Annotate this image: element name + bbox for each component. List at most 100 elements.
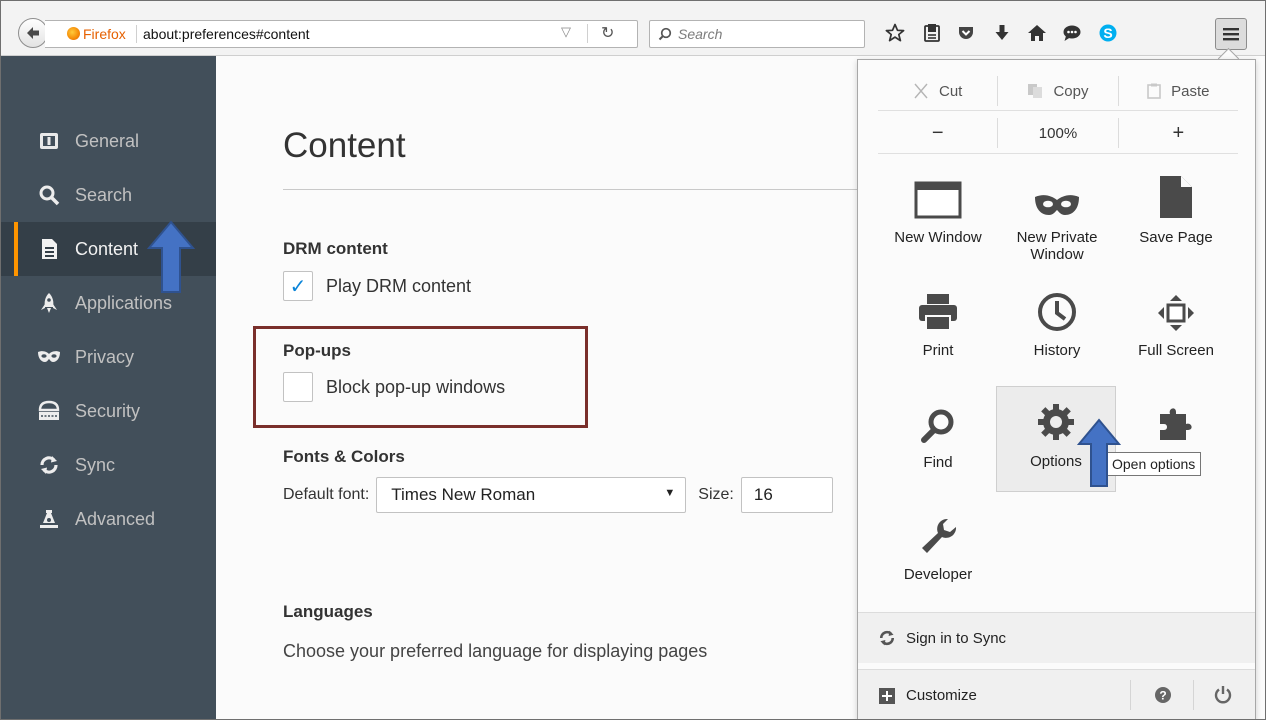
search-glass-icon [658, 27, 672, 41]
advanced-icon [34, 508, 64, 530]
footer-divider [1130, 680, 1131, 710]
firefox-logo-icon [67, 27, 80, 40]
font-size-select[interactable]: 16 [740, 477, 833, 513]
wrench-icon [918, 510, 958, 556]
svg-text:?: ? [1159, 689, 1166, 703]
url-separator-2 [587, 24, 588, 43]
security-icon [34, 400, 64, 422]
customize-label: Customize [906, 687, 977, 704]
help-button[interactable]: ? [1154, 686, 1172, 708]
drm-checkbox-label[interactable]: Play DRM content [326, 276, 471, 297]
skype-icon[interactable]: S [1095, 19, 1121, 47]
default-font-label: Default font: [283, 486, 370, 503]
privacy-mask-icon [34, 349, 64, 365]
copy-button[interactable]: Copy [997, 76, 1117, 106]
new-private-window-label: New Private Window [1017, 229, 1098, 263]
new-window-button[interactable]: New Window [879, 173, 997, 273]
reload-icon[interactable]: ↻ [601, 23, 614, 43]
fonts-heading: Fonts & Colors [283, 447, 405, 466]
bookmark-star-icon[interactable] [882, 19, 908, 47]
open-menu-button[interactable] [1215, 18, 1247, 50]
browser-window: Firefox about:preferences#content ▽ ↻ Se… [0, 0, 1266, 720]
find-button[interactable]: Find [879, 398, 997, 498]
applications-icon [34, 292, 64, 314]
print-label: Print [922, 342, 954, 359]
url-separator [136, 25, 137, 43]
drm-checkbox-row[interactable]: ✓ Play DRM content [283, 271, 471, 301]
block-popups-checkbox[interactable] [283, 372, 313, 402]
sidebar-item-sync[interactable]: Sync [1, 438, 216, 492]
url-bar[interactable]: Firefox about:preferences#content ▽ ↻ [45, 20, 638, 48]
history-dropdown-icon[interactable]: ▽ [561, 24, 571, 40]
save-page-button[interactable]: Save Page [1117, 173, 1235, 273]
popups-heading: Pop-ups [283, 341, 351, 360]
full-screen-button[interactable]: Full Screen [1117, 286, 1235, 386]
customize-footer: Customize ? [858, 669, 1255, 719]
sidebar-item-label: Applications [75, 292, 173, 313]
copy-icon [1028, 84, 1043, 98]
paste-label: Paste [1171, 82, 1210, 100]
plus-box-icon [879, 687, 895, 704]
font-size-value: 16 [753, 485, 773, 504]
hello-chat-icon[interactable] [1059, 19, 1085, 47]
menu-panel: Cut Copy Paste − 100% + New Window New P… [857, 59, 1256, 719]
help-icon: ? [1155, 687, 1171, 703]
sidebar-item-privacy[interactable]: Privacy [1, 330, 216, 384]
footer-divider [1193, 680, 1194, 710]
home-icon[interactable] [1024, 19, 1050, 47]
bookmarks-menu-icon[interactable] [919, 19, 945, 47]
customize-button[interactable]: Customize [878, 687, 977, 705]
hamburger-menu-icon [1223, 28, 1239, 41]
title-divider [283, 189, 883, 190]
add-ons-button[interactable] [1117, 398, 1235, 498]
cut-button[interactable]: Cut [878, 76, 997, 106]
drm-checkbox[interactable]: ✓ [283, 271, 313, 301]
new-private-window-label-line2: Window [1030, 246, 1084, 263]
sidebar-item-label: Advanced [75, 508, 156, 529]
zoom-controls: − 100% + [878, 118, 1238, 148]
clock-icon [1037, 286, 1077, 332]
developer-label: Developer [903, 566, 973, 583]
preferences-sidebar: General Search Content Applications Priv… [1, 56, 216, 719]
block-popups-label[interactable]: Block pop-up windows [326, 377, 505, 398]
full-screen-label: Full Screen [1138, 342, 1214, 359]
zoom-in-button[interactable]: + [1117, 118, 1238, 148]
sidebar-item-general[interactable]: General [1, 114, 216, 168]
copy-label: Copy [1053, 82, 1089, 100]
sign-in-sync-label: Sign in to Sync [906, 629, 1007, 647]
back-button[interactable] [18, 18, 48, 48]
new-window-icon [913, 173, 963, 219]
sidebar-item-label: General [75, 130, 140, 151]
zoom-out-button[interactable]: − [878, 118, 997, 148]
new-private-window-button[interactable]: New Private Window [998, 173, 1116, 273]
sidebar-item-advanced[interactable]: Advanced [1, 492, 216, 546]
default-font-select[interactable]: Times New Roman ▼ [376, 477, 687, 513]
save-page-icon [1159, 173, 1193, 219]
pocket-icon[interactable] [953, 19, 979, 47]
print-button[interactable]: Print [879, 286, 997, 386]
scissors-icon [914, 83, 928, 99]
paste-button[interactable]: Paste [1117, 76, 1238, 106]
sync-icon [34, 454, 64, 476]
svg-text:S: S [1103, 25, 1112, 41]
identity-label: Firefox [83, 26, 126, 42]
printer-icon [917, 286, 959, 332]
downloads-icon[interactable] [989, 19, 1015, 47]
popups-checkbox-row[interactable]: Block pop-up windows [283, 372, 505, 402]
developer-button[interactable]: Developer [879, 510, 997, 610]
history-button[interactable]: History [998, 286, 1116, 386]
search-placeholder: Search [678, 26, 723, 42]
history-label: History [1033, 342, 1081, 359]
back-arrow-icon [27, 27, 39, 39]
sign-in-sync-button[interactable]: Sign in to Sync [858, 612, 1255, 663]
sidebar-item-security[interactable]: Security [1, 384, 216, 438]
quit-button[interactable] [1213, 685, 1233, 709]
clipboard-icon [1147, 83, 1161, 99]
url-text[interactable]: about:preferences#content [143, 26, 310, 42]
zoom-reset-button[interactable]: 100% [997, 118, 1117, 148]
full-screen-icon [1157, 286, 1195, 332]
private-mask-icon [1034, 173, 1080, 219]
navigation-toolbar: Firefox about:preferences#content ▽ ↻ Se… [1, 1, 1265, 56]
search-input[interactable]: Search [649, 20, 865, 48]
sidebar-item-search[interactable]: Search [1, 168, 216, 222]
